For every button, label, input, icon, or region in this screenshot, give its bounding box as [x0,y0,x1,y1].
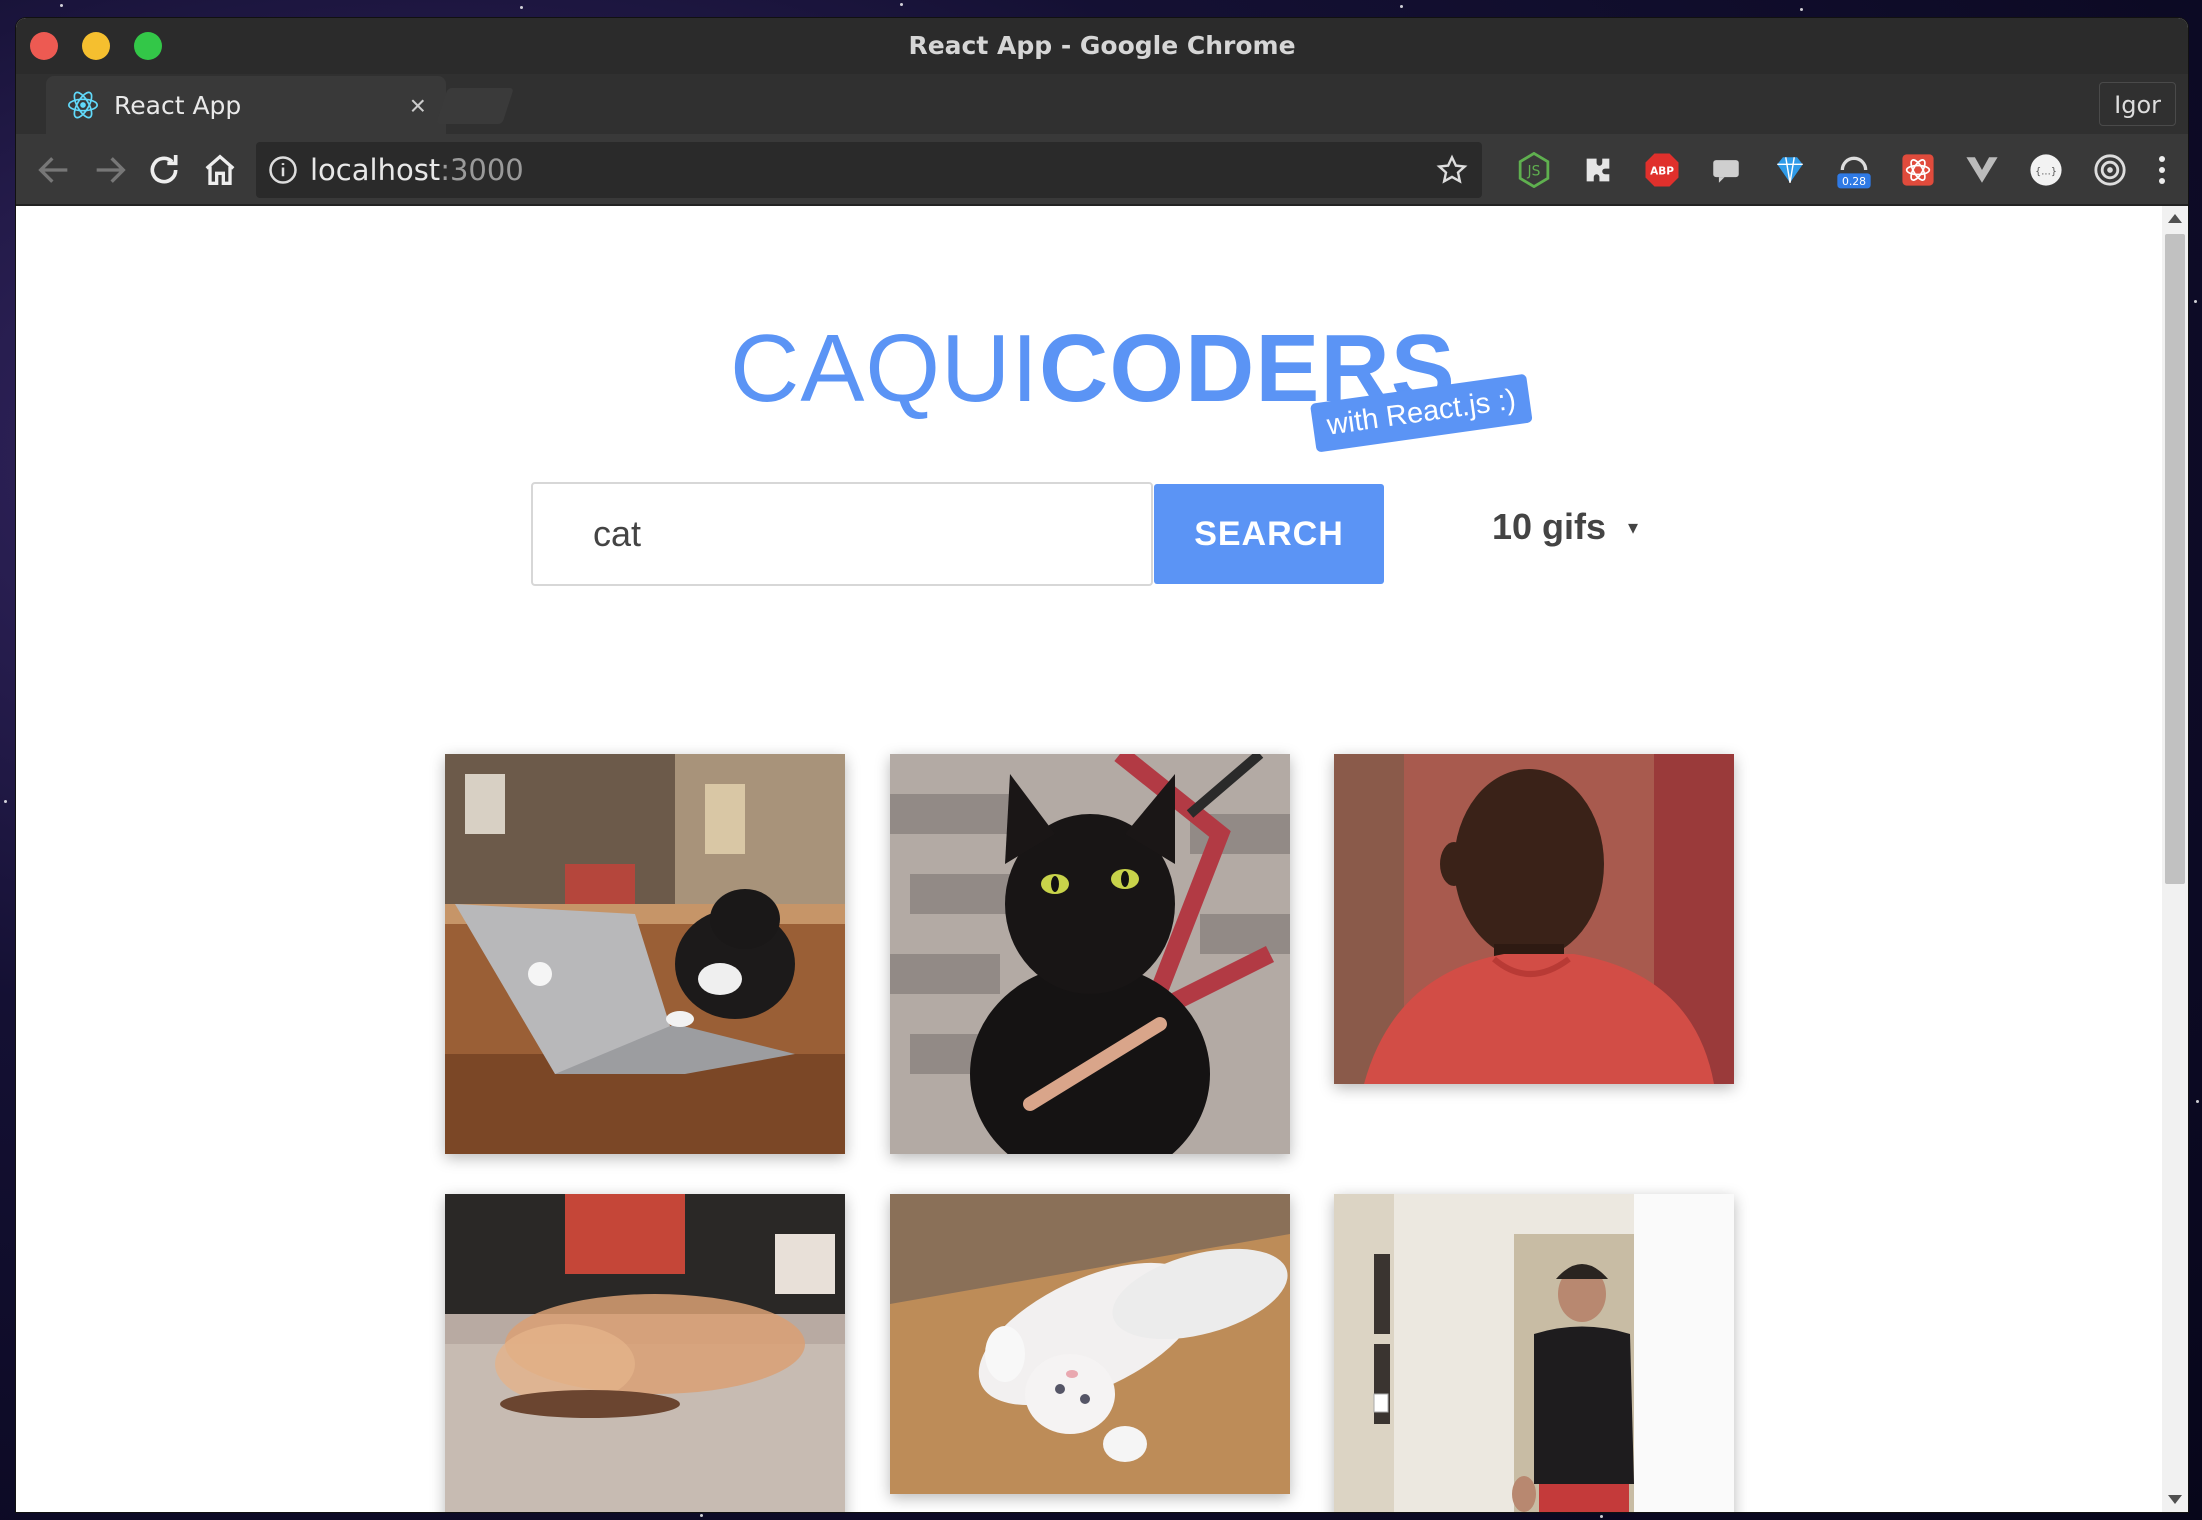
search-button[interactable]: SEARCH [1154,484,1384,584]
title-bar: React App - Google Chrome [16,18,2188,74]
chat-extension-icon[interactable] [1706,150,1746,190]
gif-count-select[interactable]: 10 gifs ▾ [1492,506,1638,548]
home-icon[interactable] [200,150,240,190]
nodejs-extension-icon[interactable]: JS [1514,150,1554,190]
url-host: localhost [310,153,441,187]
json-formatter-icon[interactable]: {...} [2026,150,2066,190]
search-input[interactable] [531,482,1153,586]
react-devtools-icon[interactable] [1898,150,1938,190]
back-icon[interactable] [34,150,74,190]
puzzle-extension-icon[interactable] [1578,150,1618,190]
page-content: CAQUICODERS with React.js :) SEARCH 10 g… [16,206,2172,1512]
svg-text:{...}: {...} [2035,166,2057,177]
gif-count-value: 10 gifs [1492,506,1607,547]
page-scrollbar[interactable] [2162,206,2188,1512]
bookmark-star-icon[interactable] [1436,154,1468,186]
minimize-window-button[interactable] [82,32,110,60]
gif-man-hallway[interactable] [1334,1194,1734,1512]
profile-button[interactable]: Igor [2099,82,2176,126]
tab-title: React App [114,90,242,120]
react-icon [67,91,99,119]
close-window-button[interactable] [30,32,58,60]
target-extension-icon[interactable] [2090,150,2130,190]
chrome-menu-icon[interactable] [2152,150,2172,190]
maximize-window-button[interactable] [134,32,162,60]
gif-blurry-hand[interactable] [445,1194,845,1512]
browser-toolbar: localhost:3000 JS ABP 0.28 {...} [16,134,2188,206]
logo-light-text: CAQUI [730,315,1040,422]
gif-man-red-shirt[interactable] [1334,754,1734,1084]
svg-text:JS: JS [1527,164,1541,180]
new-tab-button[interactable] [436,88,514,124]
vue-devtools-icon[interactable] [1962,150,2002,190]
adblock-plus-icon[interactable]: ABP [1642,150,1682,190]
tab-react-app[interactable]: React App × [46,76,446,134]
forward-icon[interactable] [90,150,130,190]
dropdown-arrow-icon: ▾ [1628,516,1639,539]
gif-cat-laptop[interactable] [445,754,845,1154]
svg-text:ABP: ABP [1650,166,1674,178]
scroll-down-icon[interactable] [2168,1495,2182,1504]
window-title: React App - Google Chrome [908,31,1296,60]
browser-window: React App - Google Chrome React App × Ig… [16,18,2188,1512]
speed-extension-icon[interactable]: 0.28 [1834,150,1874,190]
tab-strip: React App × Igor [16,74,2188,134]
scroll-up-icon[interactable] [2168,214,2182,223]
gif-black-cat-nail-file[interactable] [890,754,1290,1154]
diamond-extension-icon[interactable] [1770,150,1810,190]
info-icon[interactable] [268,155,298,185]
address-bar[interactable]: localhost:3000 [256,142,1482,198]
gif-white-cat-floor[interactable] [890,1194,1290,1494]
tab-close-icon[interactable]: × [410,90,426,122]
svg-text:0.28: 0.28 [1842,175,1866,188]
reload-icon[interactable] [144,150,184,190]
scroll-thumb[interactable] [2165,234,2185,884]
url-port: :3000 [440,153,524,187]
